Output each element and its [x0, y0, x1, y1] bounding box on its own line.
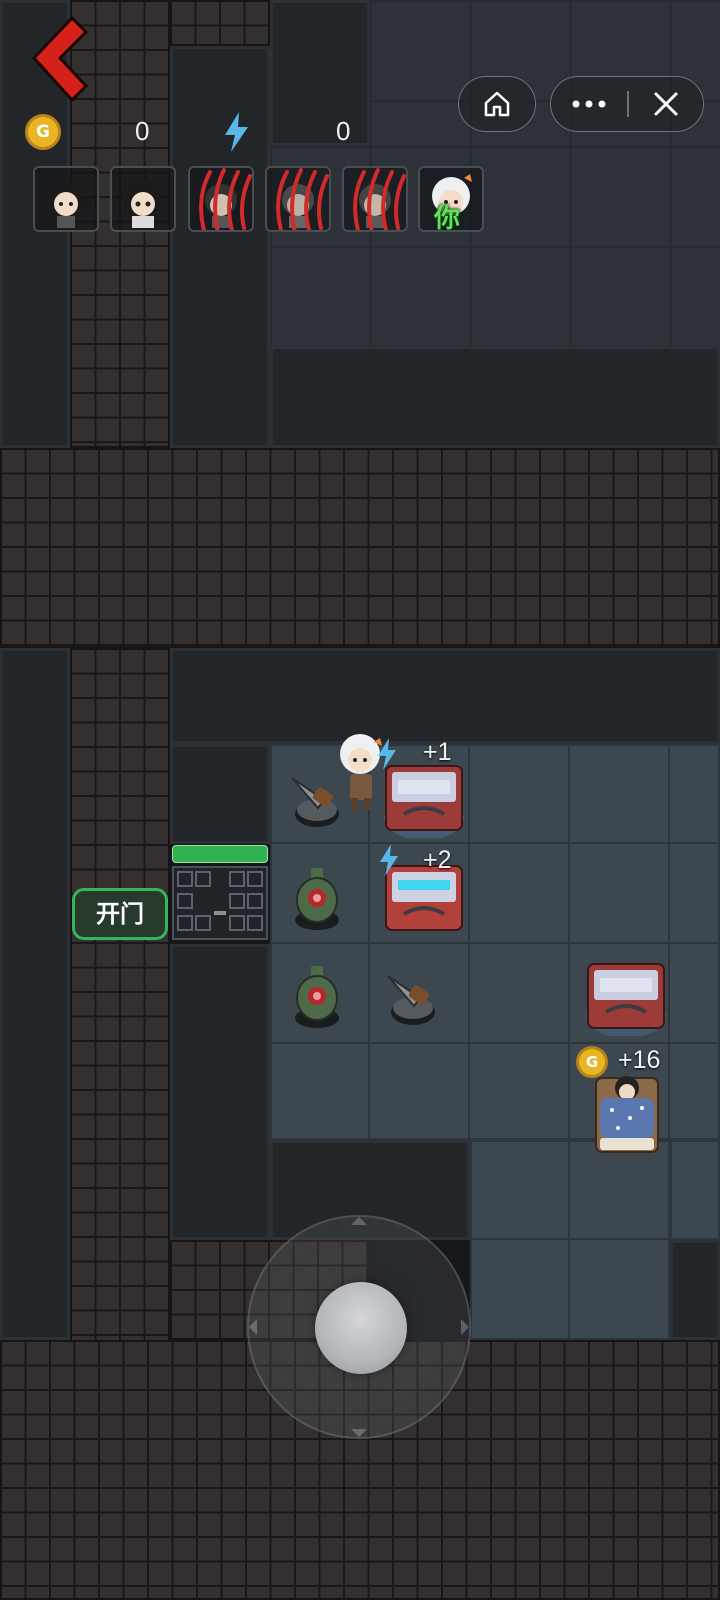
upper-room-wall: [270, 346, 720, 448]
energy-machine[interactable]: [382, 758, 466, 840]
wall-upper: [170, 46, 270, 448]
room-floor-extension: [470, 1140, 670, 1340]
wall-far-left: [0, 648, 70, 1340]
coin-icon: G: [576, 1046, 608, 1078]
coin-symbol: G: [585, 1053, 599, 1071]
open-door-button[interactable]: 开门: [72, 888, 168, 940]
joystick-knob[interactable]: [315, 1282, 407, 1374]
room-floor-extension-right: [670, 1140, 720, 1240]
upper-room-floor-b: [270, 146, 720, 346]
bed[interactable]: [590, 1068, 664, 1158]
door-hp-bar: [170, 843, 270, 865]
roster-portrait-eliminated[interactable]: [188, 166, 254, 232]
claw-scratch-icon: [199, 168, 252, 230]
bolt-icon: [378, 738, 396, 770]
menu-capsule[interactable]: [550, 76, 704, 132]
roster-portrait-self[interactable]: 你: [418, 166, 484, 232]
bolt-icon: [380, 844, 398, 876]
drill-turret[interactable]: [380, 962, 446, 1028]
home-button[interactable]: [459, 77, 535, 130]
roster-portrait-eliminated[interactable]: [342, 166, 408, 232]
more-dots-icon: [572, 100, 606, 107]
energy-gain-label: +1: [423, 738, 452, 766]
bottle-turret[interactable]: [286, 960, 348, 1030]
coin-symbol: G: [36, 122, 50, 142]
roster-portrait[interactable]: [110, 166, 176, 232]
close-icon: [654, 92, 678, 115]
wall-upper-block: [270, 0, 370, 146]
energy-gain-label: +2: [423, 846, 452, 874]
more-button[interactable]: [551, 77, 627, 130]
close-button[interactable]: [629, 77, 703, 130]
wall-room-bottom-right: [670, 1240, 720, 1340]
coin-count: 0: [135, 116, 150, 146]
roster-portrait-eliminated[interactable]: [265, 166, 331, 232]
energy-count: 0: [336, 116, 351, 146]
energy-machine[interactable]: [584, 956, 668, 1038]
wall-room-left-lower: [170, 944, 270, 1240]
corridor-top-strip: [170, 0, 270, 46]
home-capsule[interactable]: [458, 76, 536, 132]
chevron-left-icon[interactable]: [28, 14, 98, 104]
bolt-icon: [225, 112, 248, 152]
claw-scratch-icon: [276, 168, 329, 230]
home-icon: [484, 91, 510, 116]
wall-room-top: [170, 648, 720, 744]
corridor-horizontal: [0, 448, 720, 648]
wall-room-left: [170, 744, 270, 844]
coin-gain-label: +16: [618, 1046, 661, 1074]
roster-portrait[interactable]: [33, 166, 99, 232]
coin-icon: G: [25, 114, 61, 150]
self-badge: 你: [434, 204, 461, 232]
claw-scratch-icon: [353, 168, 406, 230]
room-door[interactable]: [172, 866, 268, 940]
bottle-turret[interactable]: [286, 862, 348, 932]
